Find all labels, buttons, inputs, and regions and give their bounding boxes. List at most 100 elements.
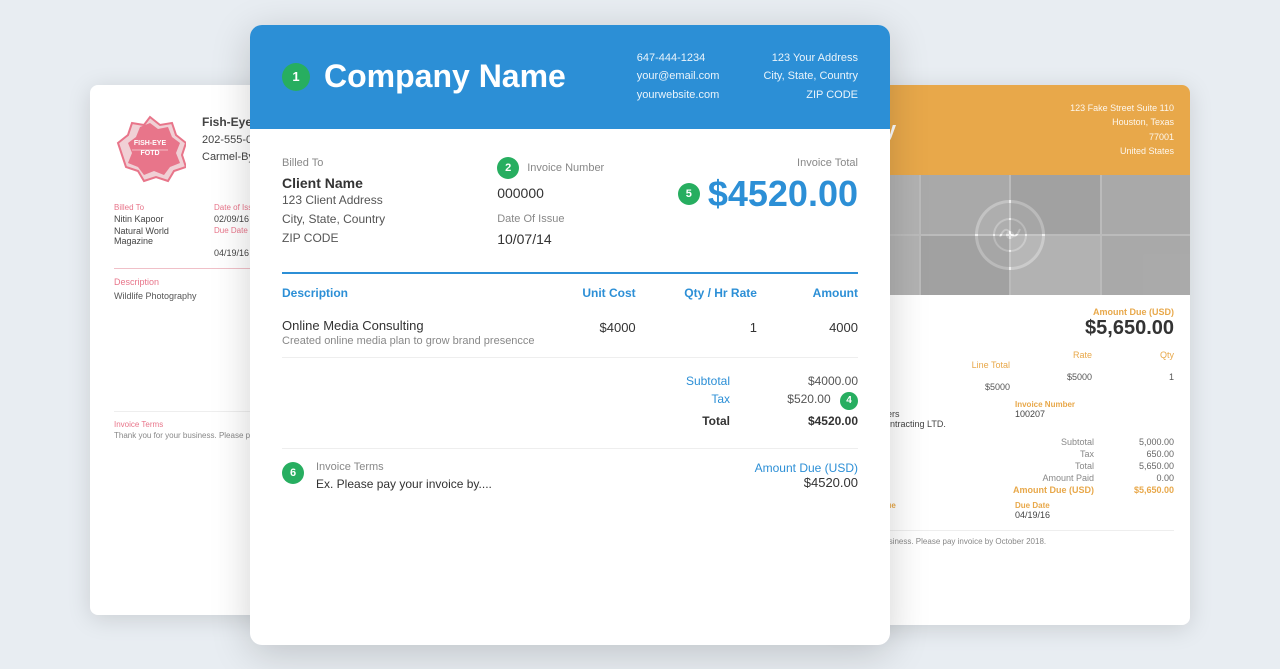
- step-4-badge: 4: [840, 392, 858, 410]
- center-table-header: Description Unit Cost Qty / Hr Rate Amou…: [282, 286, 858, 308]
- center-email: your@email.com: [637, 67, 720, 86]
- right-amount-label: Amount Due (USD): [1085, 307, 1174, 317]
- step-6-badge: 6: [282, 462, 304, 484]
- right-amount-paid-row: Amount Paid 0.00: [846, 473, 1174, 483]
- right-terms-text: ...or your business. Please pay invoice …: [846, 537, 1174, 546]
- center-zip: ZIP CODE: [763, 86, 858, 105]
- terms-amount-label: Amount Due (USD): [755, 461, 858, 475]
- item-cost: $4000: [535, 318, 636, 347]
- right-th-rate: Rate: [1010, 350, 1092, 360]
- right-due-section: Due Date 04/19/16: [1015, 501, 1174, 520]
- svg-text:FOTD: FOTD: [140, 150, 159, 157]
- photo-cell: [921, 236, 1010, 295]
- terms-content: Invoice Terms Ex. Please pay your invoic…: [316, 461, 492, 491]
- center-billing-row: Billed To Client Name 123 Client Address…: [282, 157, 858, 249]
- tax-row: Tax $520.00 4: [650, 392, 858, 410]
- logo-badge: FISH-EYE FOTD: [114, 113, 186, 185]
- right-amount-paid-label: Amount Paid: [1042, 473, 1094, 483]
- th-description: Description: [282, 286, 535, 300]
- center-header: 1 Company Name 647-444-1234 your@email.c…: [250, 25, 890, 129]
- center-phone: 647-444-1234: [637, 49, 720, 68]
- center-website: yourwebsite.com: [637, 86, 720, 105]
- item-cell: Online Media Consulting Created online m…: [282, 318, 535, 347]
- invoice-number-value: 000000: [497, 185, 670, 201]
- th-qty: Qty / Hr Rate: [636, 286, 757, 300]
- right-table-row: Coding $5000 1 $5000: [846, 372, 1174, 392]
- subtotal-row: Subtotal $4000.00: [650, 374, 858, 388]
- svg-text:FISH-EYE: FISH-EYE: [134, 140, 167, 147]
- step-5-badge: 5: [678, 183, 700, 205]
- right-subtotal-label: Subtotal: [1061, 437, 1094, 447]
- invoice-number-section-label: 2 Invoice Number: [497, 157, 670, 179]
- item-name: Online Media Consulting: [282, 318, 535, 333]
- right-subtotal-row: Subtotal 5,000.00: [846, 437, 1174, 447]
- subtotal-value: $4000.00: [778, 374, 858, 388]
- left-billed-label: Billed To: [114, 203, 206, 212]
- right-subtotal-value: 5,000.00: [1114, 437, 1174, 447]
- terms-title: Invoice Terms: [316, 461, 492, 473]
- photo-cell: [921, 175, 1010, 234]
- right-amount-due-value: $5,650.00: [1114, 485, 1174, 495]
- right-amount-section: Amount Due (USD) $5,650.00: [846, 307, 1174, 340]
- item-qty: 1: [636, 318, 757, 347]
- photo-cell: [1011, 175, 1100, 234]
- left-th-desc: Description: [114, 277, 260, 287]
- right-invoice-number-section: Invoice Number 100207: [1015, 400, 1174, 429]
- right-amount-paid-value: 0.00: [1114, 473, 1174, 483]
- invoice-total-section: Invoice Total 5 $4520.00: [678, 157, 858, 249]
- photo-cell: [1102, 175, 1191, 234]
- photo-cell: [1011, 236, 1100, 295]
- right-totals: Subtotal 5,000.00 Tax 650.00 Total 5,650…: [846, 437, 1174, 495]
- center-company-name: Company Name: [324, 58, 566, 95]
- right-dates-grid: Date of Issue 14/09/16 Due Date 04/19/16: [846, 501, 1174, 520]
- right-addr3: 77001: [1070, 130, 1174, 144]
- right-total-row: Total 5,650.00: [846, 461, 1174, 471]
- center-address2: City, State, Country: [763, 67, 858, 86]
- step-1-badge: 1: [282, 63, 310, 91]
- total-row: Total $4520.00: [650, 414, 858, 428]
- left-row-desc: Wildlife Photography: [114, 291, 260, 301]
- center-address1: 123 Your Address: [763, 49, 858, 68]
- photo-cell: [1102, 236, 1191, 295]
- right-tax-row: Tax 650.00: [846, 449, 1174, 459]
- right-tax-value: 650.00: [1114, 449, 1174, 459]
- terms-amount-due: Amount Due (USD) $4520.00: [755, 461, 858, 490]
- right-invoice-number: 100207: [1015, 409, 1174, 419]
- total-label: Total: [650, 414, 730, 428]
- right-addr4: United States: [1070, 144, 1174, 158]
- invoice-total-label: Invoice Total: [678, 157, 858, 169]
- center-table-row-0: Online Media Consulting Created online m…: [282, 308, 858, 358]
- invoice-total-amount: 5 $4520.00: [678, 173, 858, 215]
- right-header-address: 123 Fake Street Suite 110 Houston, Texas…: [1070, 101, 1174, 159]
- center-invoice-terms: 6 Invoice Terms Ex. Please pay your invo…: [282, 448, 858, 491]
- tax-value: $520.00 4: [778, 392, 858, 410]
- item-desc: Created online media plan to grow brand …: [282, 335, 535, 347]
- terms-amount-value: $4520.00: [755, 475, 858, 490]
- center-contact: 647-444-1234 your@email.com yourwebsite.…: [637, 49, 720, 105]
- step-2-badge: 2: [497, 157, 519, 179]
- total-value: $4520.00: [778, 414, 858, 428]
- item-amount: 4000: [757, 318, 858, 347]
- center-body: Billed To Client Name 123 Client Address…: [250, 129, 890, 520]
- right-due-value: 04/19/16: [1015, 510, 1174, 520]
- th-amount: Amount: [757, 286, 858, 300]
- right-table-header: Rate Qty Line Total: [846, 350, 1174, 370]
- right-amount-due-row: Amount Due (USD) $5,650.00: [846, 485, 1174, 495]
- date-value: 10/07/14: [497, 231, 670, 247]
- invoice-total-value: $4520.00: [708, 173, 858, 215]
- right-amount-col: Amount Due (USD) $5,650.00: [1085, 307, 1174, 340]
- right-th-qty: Qty: [1092, 350, 1174, 360]
- right-total-label: Total: [1075, 461, 1094, 471]
- right-header-content: ency 123 Fake Street Suite 110 Houston, …: [846, 101, 1174, 159]
- client-address: 123 Client Address City, State, Country …: [282, 191, 489, 249]
- center-header-left: 1 Company Name: [282, 58, 566, 95]
- right-row-qty: 1: [1092, 372, 1174, 382]
- right-row-rate: $5000: [1010, 372, 1092, 382]
- client-address1: 123 Client Address: [282, 191, 489, 210]
- center-address: 123 Your Address City, State, Country ZI…: [763, 49, 858, 105]
- center-header-right: 647-444-1234 your@email.com yourwebsite.…: [637, 49, 858, 105]
- client-name: Client Name: [282, 175, 489, 191]
- right-addr1: 123 Fake Street Suite 110: [1070, 101, 1174, 115]
- left-client-name: Nitin Kapoor: [114, 214, 206, 224]
- tax-label: Tax: [650, 392, 730, 410]
